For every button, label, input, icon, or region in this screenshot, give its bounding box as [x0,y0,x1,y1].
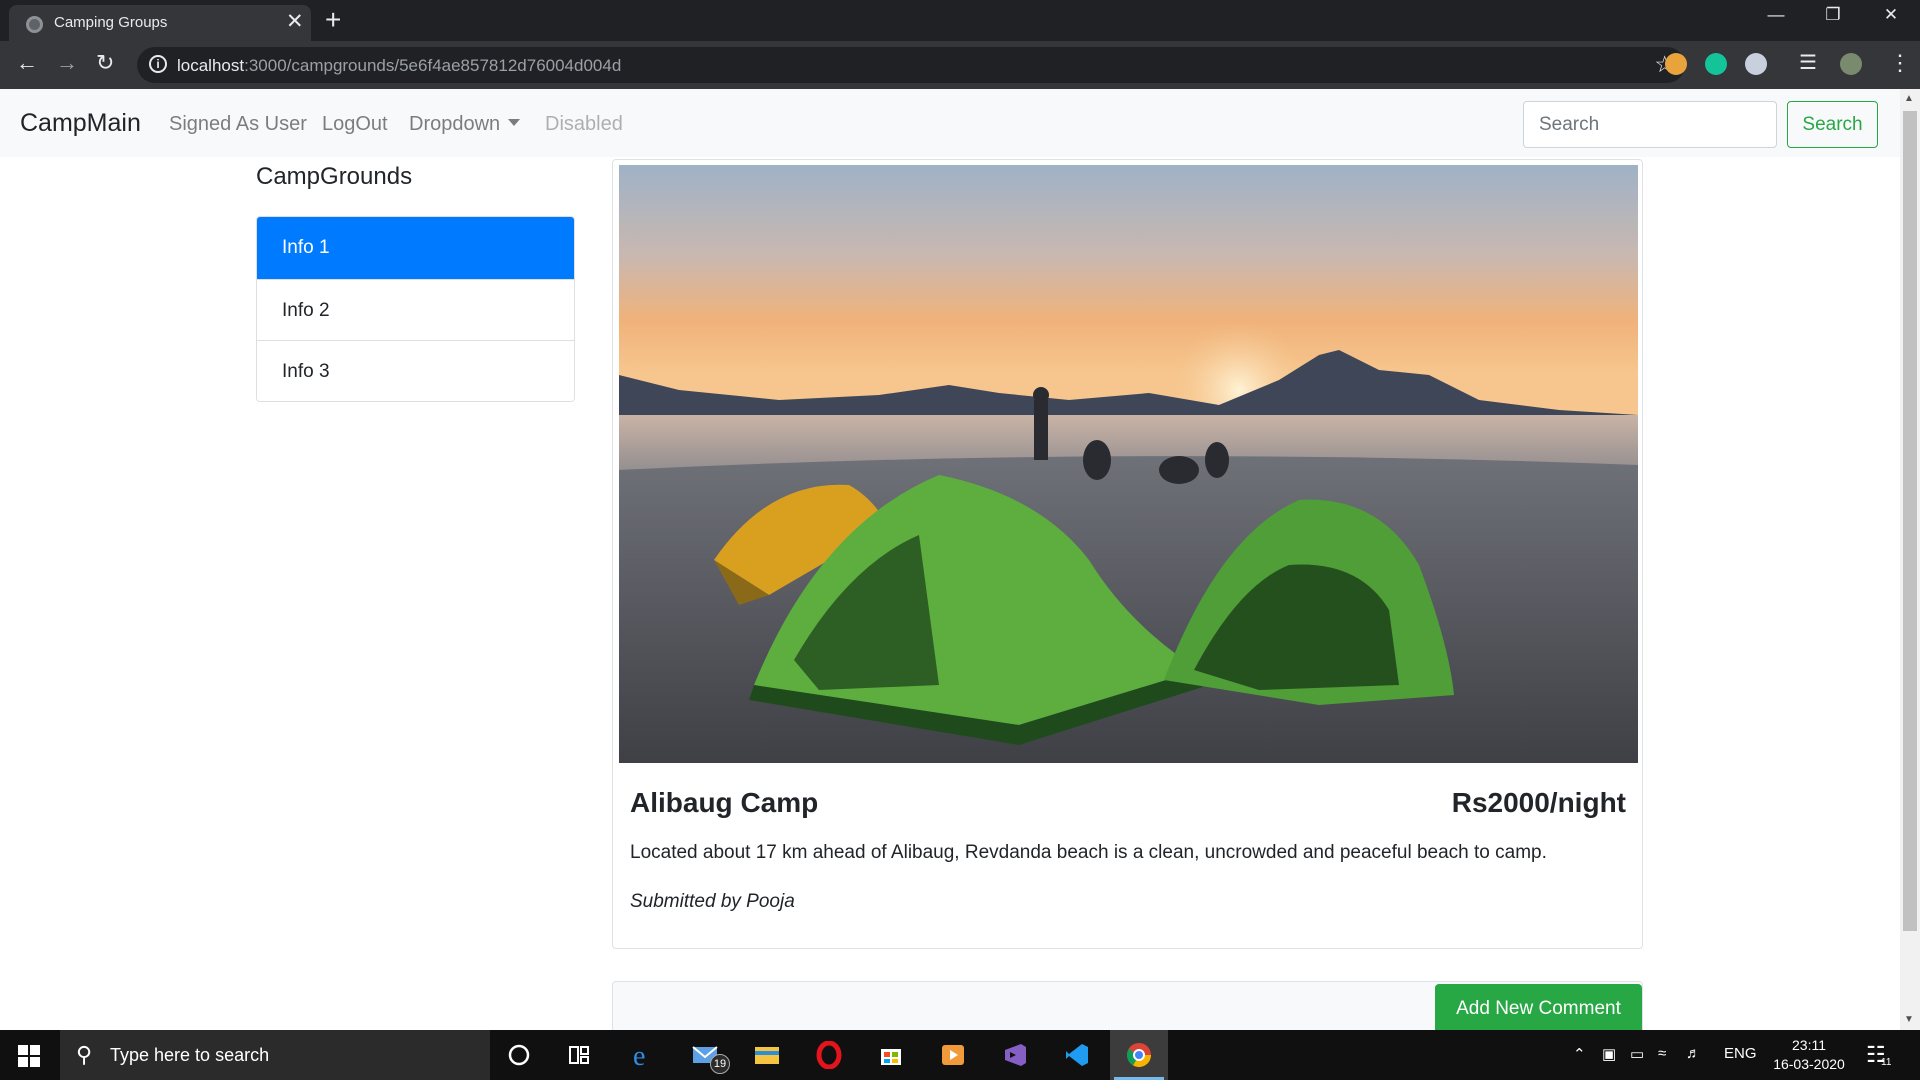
page-viewport: CampMain Signed As User LogOut Dropdown … [0,89,1900,1030]
tab-title: Camping Groups [54,14,168,31]
tab-close-icon[interactable]: ✕ [286,11,304,33]
window-close-icon[interactable]: ✕ [1868,5,1914,25]
sidebar-list: Info 1 Info 2 Info 3 [256,216,575,402]
campground-description: Located about 17 km ahead of Alibaug, Re… [630,842,1547,863]
new-tab-button[interactable]: + [325,5,341,35]
vscode-icon[interactable] [1048,1030,1106,1080]
mail-icon[interactable]: 19 [676,1030,734,1080]
sidebar-item-info-1[interactable]: Info 1 [257,217,574,279]
media-control-icon[interactable]: ☰ [1799,49,1817,77]
notification-count: 11 [1881,1057,1892,1068]
scroll-thumb[interactable] [1903,111,1917,931]
back-icon[interactable]: ← [16,49,38,77]
task-view-icon[interactable] [550,1030,608,1080]
search-button[interactable]: Search [1787,101,1878,148]
nav-signed-as-user[interactable]: Signed As User [169,113,307,136]
campground-image [619,165,1638,763]
caret-down-icon [508,119,521,127]
menu-icon[interactable]: ⋮ [1889,49,1911,77]
navbar: CampMain Signed As User LogOut Dropdown … [0,89,1900,157]
tray-chevron-icon[interactable]: ⌃ [1573,1045,1586,1063]
sidebar-item-info-3[interactable]: Info 3 [257,340,574,401]
campground-author: Submitted by Pooja [630,891,795,912]
taskbar-search-box[interactable]: ⚲ Type here to search [60,1030,490,1080]
nav-logout[interactable]: LogOut [322,113,388,136]
windows-start-icon[interactable] [18,1045,40,1067]
profile-avatar[interactable] [1840,53,1862,75]
tray-app-icon[interactable]: ▣ [1602,1045,1616,1063]
battery-icon[interactable]: ▭ [1630,1045,1644,1063]
restore-icon[interactable]: ❐ [1810,5,1856,25]
page-scrollbar[interactable]: ▲ ▼ [1900,89,1920,1030]
svg-text:e: e [633,1041,645,1069]
clock-date: 16-03-2020 [1773,1056,1845,1072]
brand-link[interactable]: CampMain [20,109,141,138]
taskbar-clock[interactable]: 23:11 16-03-2020 [1770,1036,1848,1074]
add-comment-button[interactable]: Add New Comment [1435,984,1642,1030]
scroll-down-icon[interactable]: ▼ [1904,1014,1914,1025]
nav-disabled: Disabled [545,113,623,135]
file-explorer-icon[interactable] [738,1030,796,1080]
language-indicator[interactable]: ENG [1724,1045,1757,1062]
search-input[interactable] [1523,101,1777,148]
campground-price: Rs2000/night [1451,787,1626,818]
cookie-extension-icon[interactable] [1665,53,1687,75]
taskbar-search-placeholder: Type here to search [110,1045,270,1065]
mail-badge: 19 [710,1054,730,1074]
tab-favicon-icon [26,16,43,33]
minimize-icon[interactable]: — [1753,5,1799,25]
forward-icon[interactable]: → [56,49,78,77]
info-icon[interactable]: i [149,55,167,73]
store-icon[interactable] [862,1030,920,1080]
opera-icon[interactable] [800,1030,858,1080]
cortana-icon[interactable] [490,1030,548,1080]
campground-card: Alibaug Camp Rs2000/night Located about … [612,159,1643,949]
campground-title: Alibaug Camp [630,787,819,818]
browser-toolbar: ← → ↻ i localhost:3000/campgrounds/5e6f4… [0,41,1920,89]
reload-icon[interactable]: ↻ [96,49,114,77]
media-player-icon[interactable] [924,1030,982,1080]
volume-icon[interactable]: ♬ [1686,1045,1701,1062]
grammarly-extension-icon[interactable] [1705,53,1727,75]
browser-tab[interactable]: Camping Groups ✕ [9,5,311,41]
edge-icon[interactable]: e [614,1030,672,1080]
address-bar[interactable]: i localhost:3000/campgrounds/5e6f4ae8578… [137,47,1685,83]
windows-taskbar: ⚲ Type here to search e 19 ⌃ ▣ ▭ ≈ ♬ ENG… [0,1030,1920,1080]
nav-dropdown[interactable]: Dropdown [409,113,521,136]
url-text[interactable]: localhost:3000/campgrounds/5e6f4ae857812… [177,56,621,76]
sidebar-heading: CampGrounds [256,163,413,190]
search-icon: ⚲ [76,1042,93,1067]
scroll-up-icon[interactable]: ▲ [1904,93,1914,104]
browser-titlebar: Camping Groups ✕ + — ❐ ✕ [0,0,1920,41]
chrome-icon[interactable] [1110,1030,1168,1080]
clock-time: 23:11 [1792,1037,1826,1053]
comments-well: Add New Comment [612,981,1643,1030]
extension-icon[interactable] [1745,53,1767,75]
sidebar-item-info-2[interactable]: Info 2 [257,279,574,340]
visual-studio-icon[interactable] [986,1030,1044,1080]
wifi-icon[interactable]: ≈ [1658,1045,1666,1062]
